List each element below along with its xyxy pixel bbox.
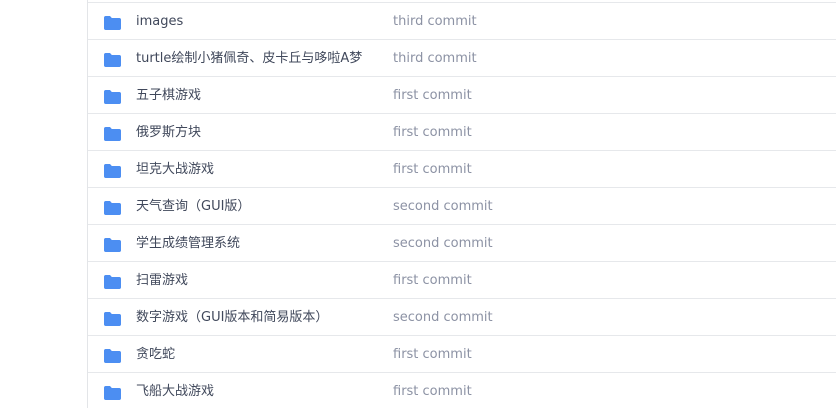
- commit-message[interactable]: third commit: [393, 12, 477, 32]
- folder-name-link[interactable]: 贪吃蛇: [136, 345, 175, 365]
- file-row[interactable]: 学生成绩管理系统 second commit: [88, 225, 836, 262]
- file-row[interactable]: 飞船大战游戏 first commit: [88, 373, 836, 408]
- file-row[interactable]: 五子棋游戏 first commit: [88, 77, 836, 114]
- file-row[interactable]: 天气查询（GUI版） second commit: [88, 188, 836, 225]
- commit-message[interactable]: first commit: [393, 345, 472, 365]
- folder-name-link[interactable]: 俄罗斯方块: [136, 123, 201, 143]
- commit-message[interactable]: first commit: [393, 382, 472, 402]
- folder-icon: [104, 89, 121, 104]
- file-row[interactable]: images third commit: [88, 3, 836, 40]
- file-list: images third commit turtle绘制小猪佩奇、皮卡丘与哆啦A梦 t…: [88, 0, 836, 408]
- commit-message[interactable]: third commit: [393, 49, 477, 69]
- commit-message[interactable]: second commit: [393, 234, 493, 254]
- folder-icon: [104, 52, 121, 67]
- folder-icon: [104, 163, 121, 178]
- commit-message[interactable]: first commit: [393, 160, 472, 180]
- file-row[interactable]: turtle绘制小猪佩奇、皮卡丘与哆啦A梦 third commit: [88, 40, 836, 77]
- commit-message[interactable]: second commit: [393, 197, 493, 217]
- repository-file-browser: images third commit turtle绘制小猪佩奇、皮卡丘与哆啦A梦 t…: [0, 0, 836, 408]
- folder-icon: [104, 385, 121, 400]
- folder-name-link[interactable]: 学生成绩管理系统: [136, 234, 240, 254]
- commit-message[interactable]: first commit: [393, 271, 472, 291]
- file-row[interactable]: 扫雷游戏 first commit: [88, 262, 836, 299]
- file-row[interactable]: 俄罗斯方块 first commit: [88, 114, 836, 151]
- folder-name-link[interactable]: 五子棋游戏: [136, 86, 201, 106]
- file-row[interactable]: 贪吃蛇 first commit: [88, 336, 836, 373]
- folder-icon: [104, 348, 121, 363]
- folder-name-link[interactable]: 扫雷游戏: [136, 271, 188, 291]
- commit-message[interactable]: second commit: [393, 308, 493, 328]
- folder-icon: [104, 311, 121, 326]
- folder-name-link[interactable]: images: [136, 12, 183, 32]
- folder-name-link[interactable]: 坦克大战游戏: [136, 160, 214, 180]
- folder-name-link[interactable]: turtle绘制小猪佩奇、皮卡丘与哆啦A梦: [136, 49, 362, 69]
- folder-icon: [104, 200, 121, 215]
- folder-name-link[interactable]: 飞船大战游戏: [136, 382, 214, 402]
- folder-icon: [104, 15, 121, 30]
- file-row[interactable]: 坦克大战游戏 first commit: [88, 151, 836, 188]
- commit-message[interactable]: first commit: [393, 86, 472, 106]
- folder-icon: [104, 237, 121, 252]
- file-row[interactable]: 数字游戏（GUI版本和简易版本） second commit: [88, 299, 836, 336]
- folder-icon: [104, 126, 121, 141]
- folder-name-link[interactable]: 天气查询（GUI版）: [136, 197, 250, 217]
- commit-message[interactable]: first commit: [393, 123, 472, 143]
- folder-icon: [104, 274, 121, 289]
- folder-name-link[interactable]: 数字游戏（GUI版本和简易版本）: [136, 308, 328, 328]
